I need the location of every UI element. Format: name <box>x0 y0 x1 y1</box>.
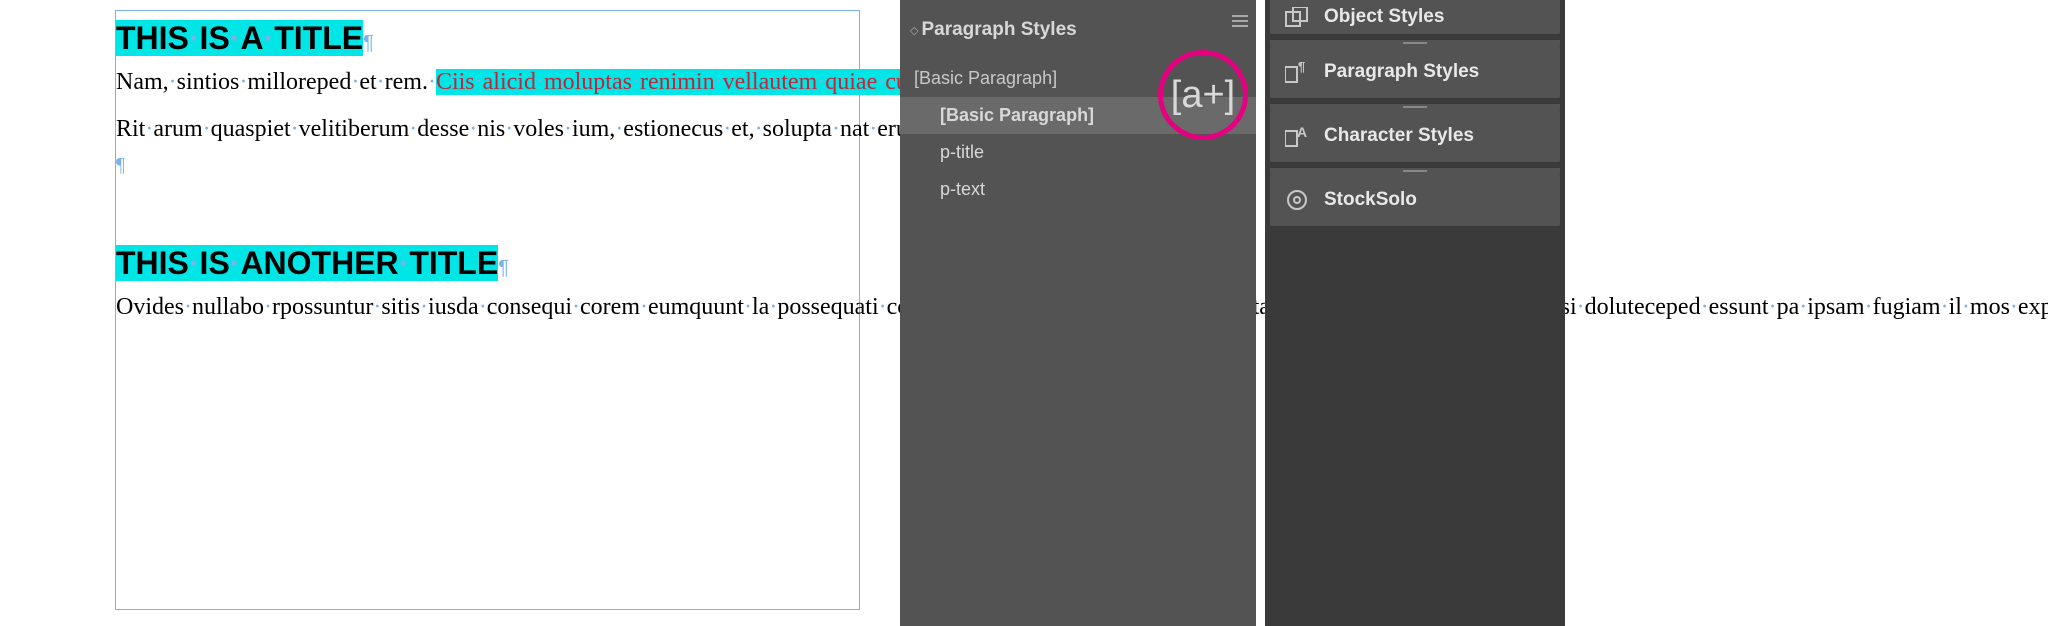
paragraph-2[interactable]: Rit·arum·quaspiet·velitiberum·desse·nis·… <box>116 112 859 182</box>
stocksolo-label: StockSolo <box>1324 189 1417 211</box>
character-styles-icon: A <box>1284 123 1310 149</box>
character-styles-button[interactable]: A Character Styles <box>1270 110 1560 162</box>
pilcrow-icon: ¶ <box>363 32 374 54</box>
paragraph-3[interactable]: Ovides·nullabo·rpossuntur·sitis·iusda·co… <box>116 290 859 325</box>
title-1[interactable]: THIS·IS·A·TITLE <box>116 20 363 56</box>
panel-title: Paragraph Styles <box>921 19 1076 41</box>
text-frame[interactable]: THIS·IS·A·TITLE¶ Nam,·sintios·milloreped… <box>115 10 860 610</box>
stocksolo-button[interactable]: StockSolo <box>1270 174 1560 226</box>
title-2[interactable]: THIS·IS·ANOTHER·TITLE <box>116 245 498 281</box>
paragraph-1[interactable]: Nam,·sintios·milloreped·et·rem.·Ciis·ali… <box>116 65 859 100</box>
paragraph-styles-button[interactable]: ¶ Paragraph Styles <box>1270 46 1560 98</box>
svg-text:A: A <box>1297 125 1307 140</box>
stocksolo-icon <box>1284 187 1310 213</box>
para1-plain: Nam,·sintios·milloreped·et·rem.· <box>116 69 436 95</box>
svg-text:¶: ¶ <box>1298 61 1305 74</box>
pilcrow-icon: ¶ <box>498 257 509 279</box>
panel-dock: Object Styles ¶ Paragraph Styles A Chara… <box>1265 0 1565 626</box>
style-p-text[interactable]: p-text <box>900 171 1256 208</box>
panel-menu-icon[interactable] <box>1232 15 1248 27</box>
new-style-icon: [a+] <box>1171 74 1235 117</box>
character-styles-label: Character Styles <box>1324 125 1474 147</box>
object-styles-button[interactable]: Object Styles <box>1270 0 1560 34</box>
collapse-icon[interactable]: ◇ <box>910 24 916 37</box>
object-styles-label: Object Styles <box>1324 6 1444 28</box>
object-styles-icon <box>1284 4 1310 30</box>
create-new-style-button[interactable]: [a+] <box>1158 50 1248 140</box>
pilcrow-icon: ¶ <box>116 154 125 176</box>
paragraph-styles-label: Paragraph Styles <box>1324 61 1479 83</box>
paragraph-styles-icon: ¶ <box>1284 59 1310 85</box>
